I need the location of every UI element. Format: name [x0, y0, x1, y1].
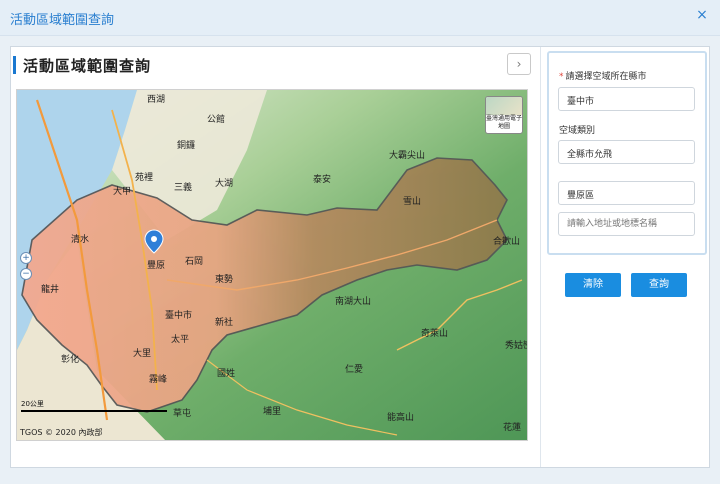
place-label: 雪山	[403, 197, 422, 207]
place-label: 銅鑼	[177, 141, 196, 151]
county-label-text: 請選擇空域所在縣市	[565, 72, 647, 82]
expand-panel-button[interactable]: ›	[507, 53, 531, 75]
place-label: 東勢	[215, 275, 234, 285]
map-panel: 活動區域範圍查詢 › + − 臺灣通用電子地圖 西湖 公館 銅鑼 苑裡 大甲 三…	[11, 47, 541, 467]
map-copyright: TGOS © 2020 內政部	[20, 428, 103, 437]
required-mark: *	[559, 72, 564, 82]
county-select[interactable]: 臺中市	[558, 87, 695, 111]
dialog-title: 活動區域範圍查詢	[10, 13, 115, 28]
clear-button[interactable]: 清除	[565, 273, 621, 297]
dialog-content: 活動區域範圍查詢 › + − 臺灣通用電子地圖 西湖 公館 銅鑼 苑裡 大甲 三…	[10, 46, 710, 468]
place-label: 彰化	[61, 355, 80, 365]
panel-title: 活動區域範圍查詢	[23, 57, 152, 75]
place-label: 大里	[133, 349, 152, 359]
place-label: 奇萊山	[421, 329, 449, 339]
place-label: 秀姑巒山	[505, 341, 527, 351]
place-label: 國姓	[217, 369, 236, 379]
airspace-label: 空域類別	[559, 126, 596, 136]
close-icon[interactable]: ×	[694, 7, 710, 23]
place-label: 豐原	[147, 261, 166, 271]
zoom-out-button[interactable]: −	[20, 268, 32, 280]
scale-label: 20公里	[21, 400, 44, 408]
dialog-titlebar: 活動區域範圍查詢 ×	[0, 0, 720, 36]
basemap-switch-button[interactable]: 臺灣通用電子地圖	[485, 96, 523, 134]
zoom-in-button[interactable]: +	[20, 252, 32, 264]
address-input[interactable]	[558, 212, 695, 236]
map-view[interactable]: + − 臺灣通用電子地圖 西湖 公館 銅鑼 苑裡 大甲 三義 大湖 泰安 清水 …	[16, 89, 528, 441]
place-label: 新社	[215, 318, 234, 328]
place-label: 三義	[174, 183, 193, 193]
place-label: 合歡山	[493, 237, 521, 247]
basemap-thumbnail	[486, 97, 522, 115]
place-label: 南湖大山	[335, 297, 372, 307]
heading-accent-bar	[13, 56, 16, 74]
scale-bar	[21, 410, 167, 412]
place-label: 埔里	[263, 407, 282, 417]
place-label: 仁愛	[345, 365, 364, 375]
place-label: 大甲	[113, 187, 132, 197]
basemap-label: 臺灣通用電子地圖	[486, 115, 523, 131]
place-label: 苑裡	[135, 173, 154, 183]
place-label: 能高山	[387, 413, 415, 423]
place-label: 龍井	[41, 285, 60, 295]
district-select[interactable]: 豐原區	[558, 181, 695, 205]
airspace-select[interactable]: 全縣市允飛	[558, 140, 695, 164]
search-button[interactable]: 查詢	[631, 273, 687, 297]
place-label: 石岡	[185, 257, 204, 267]
place-label: 公館	[207, 115, 226, 125]
place-label: 清水	[71, 235, 90, 245]
panel-heading: 活動區域範圍查詢 ›	[11, 53, 541, 77]
place-label: 泰安	[313, 175, 332, 185]
place-label: 太平	[171, 335, 190, 345]
place-label: 臺中市	[165, 311, 193, 321]
place-label: 草屯	[173, 409, 192, 419]
place-label: 大湖	[215, 179, 234, 189]
place-label: 花蓮	[503, 423, 522, 433]
county-label: * 請選擇空域所在縣市	[559, 69, 647, 82]
place-label: 西湖	[147, 95, 166, 105]
map-canvas[interactable]	[17, 90, 528, 441]
place-label: 大霸尖山	[389, 151, 426, 161]
place-label: 霧峰	[149, 375, 168, 385]
map-scale: 20公里	[21, 399, 167, 412]
query-form: * 請選擇空域所在縣市 臺中市 空域類別 全縣市允飛 豐原區	[547, 51, 707, 255]
